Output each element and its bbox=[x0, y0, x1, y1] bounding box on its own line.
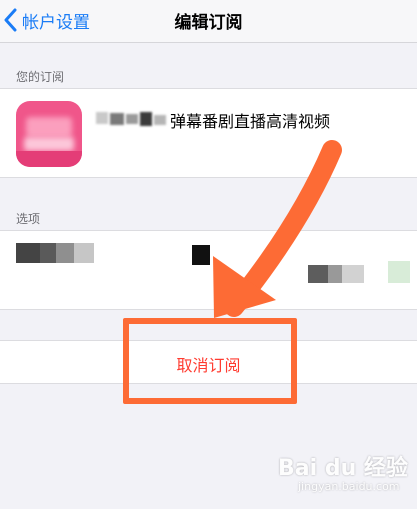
watermark-url: jingyan.baidu.com bbox=[298, 480, 400, 493]
annotation-arrow bbox=[213, 140, 342, 318]
watermark-logo: Bai du 经验 bbox=[278, 456, 408, 481]
